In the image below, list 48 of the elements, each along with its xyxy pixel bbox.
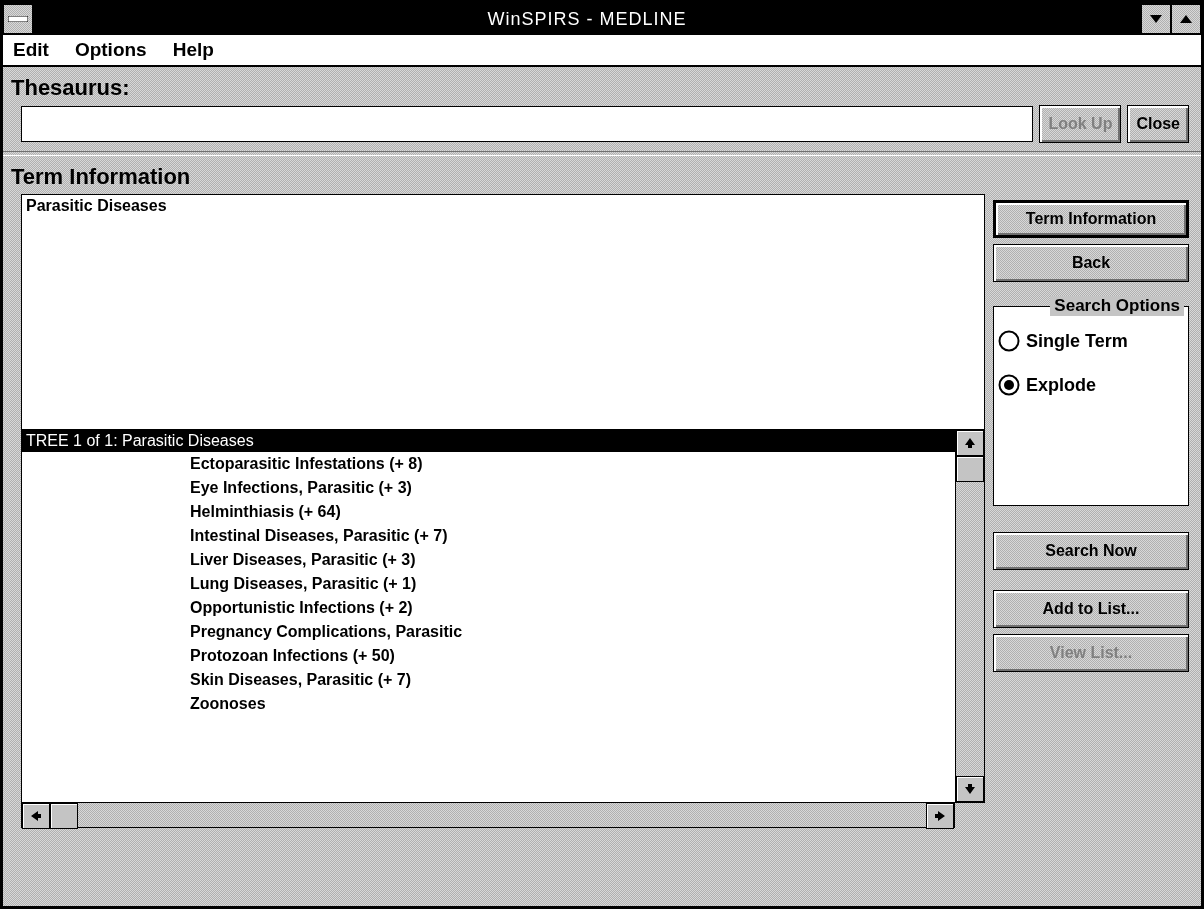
term-text: Parasitic Diseases xyxy=(21,194,985,430)
add-to-list-button[interactable]: Add to List... xyxy=(993,590,1189,628)
menu-item[interactable]: Help xyxy=(172,39,214,61)
tree-item[interactable]: Intestinal Diseases, Parasitic (+ 7) xyxy=(22,524,955,548)
down-arrow-icon xyxy=(964,783,976,795)
tree-item[interactable]: Skin Diseases, Parasitic (+ 7) xyxy=(22,668,955,692)
tree-item[interactable]: Opportunistic Infections (+ 2) xyxy=(22,596,955,620)
group-title: Search Options xyxy=(1050,296,1184,316)
scroll-thumb[interactable] xyxy=(50,803,78,829)
vertical-scrollbar[interactable] xyxy=(955,430,984,802)
horizontal-scrollbar[interactable] xyxy=(21,803,955,828)
tree-item[interactable]: Helminthiasis (+ 64) xyxy=(22,500,955,524)
down-triangle-icon xyxy=(1150,15,1162,23)
thesaurus-label: Thesaurus: xyxy=(10,74,131,102)
maximize-button[interactable] xyxy=(1171,4,1201,34)
tree-item[interactable]: Zoonoses xyxy=(22,692,955,716)
left-arrow-icon xyxy=(30,810,42,822)
system-menu-button[interactable] xyxy=(3,4,33,34)
section-heading: Term Information xyxy=(10,163,192,191)
term-information-button[interactable]: Term Information xyxy=(993,200,1189,238)
radio-button[interactable] xyxy=(998,330,1020,352)
radio-label[interactable]: Single Term xyxy=(1026,330,1128,352)
back-button[interactable]: Back xyxy=(993,244,1189,282)
tree-item[interactable]: Ectoparasitic Infestations (+ 8) xyxy=(22,452,955,476)
scroll-thumb[interactable] xyxy=(956,456,984,482)
tree-header[interactable]: TREE 1 of 1: Parasitic Diseases xyxy=(22,430,955,452)
scroll-up-button[interactable] xyxy=(956,430,984,456)
tree-item[interactable]: Eye Infections, Parasitic (+ 3) xyxy=(22,476,955,500)
scroll-right-button[interactable] xyxy=(926,803,954,829)
minimize-button[interactable] xyxy=(1141,4,1171,34)
up-triangle-icon xyxy=(1180,15,1192,23)
tree-item[interactable]: Lung Diseases, Parasitic (+ 1) xyxy=(22,572,955,596)
menu-item[interactable]: Options xyxy=(74,39,147,61)
tree-item[interactable]: Pregnancy Complications, Parasitic xyxy=(22,620,955,644)
right-arrow-icon xyxy=(934,810,946,822)
radio-label[interactable]: Explode xyxy=(1026,374,1096,396)
bar-icon xyxy=(8,16,28,22)
up-arrow-icon xyxy=(964,437,976,449)
tree-item[interactable]: Protozoan Infections (+ 50) xyxy=(22,644,955,668)
window-title: WinSPIRS - MEDLINE xyxy=(486,8,688,30)
scroll-left-button[interactable] xyxy=(22,803,50,829)
menu-item[interactable]: Edit xyxy=(13,39,49,61)
scroll-down-button[interactable] xyxy=(956,776,984,802)
radio-button[interactable] xyxy=(998,374,1020,396)
search-now-button[interactable]: Search Now xyxy=(993,532,1189,570)
thesaurus-field[interactable] xyxy=(21,106,1034,142)
tree-item[interactable]: Liver Diseases, Parasitic (+ 3) xyxy=(22,548,955,572)
close-button[interactable]: Close xyxy=(1127,105,1189,143)
